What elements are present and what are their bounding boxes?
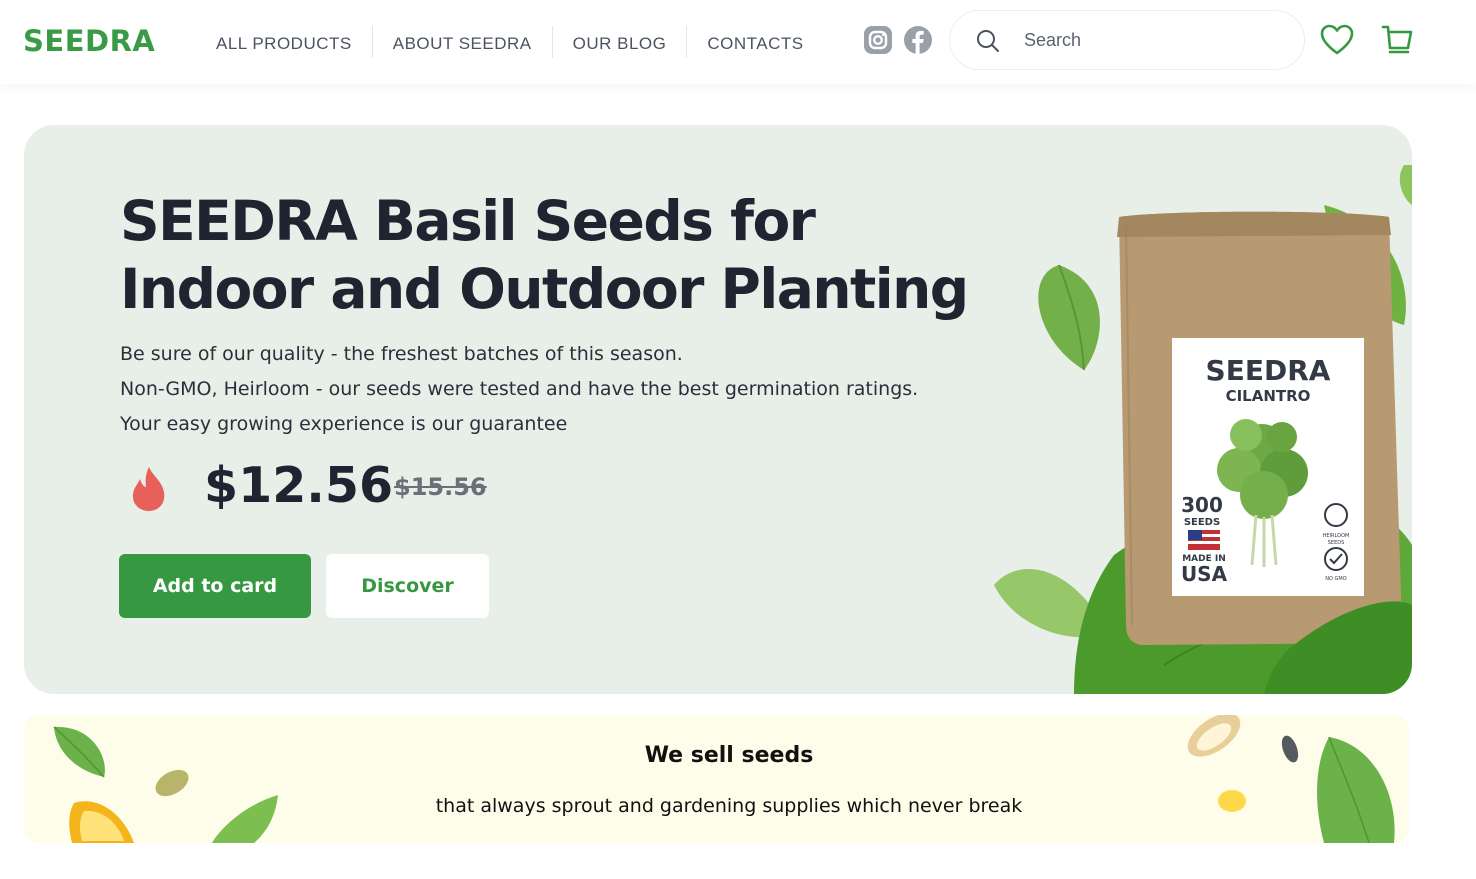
pouch-seeds-label: SEEDS <box>1184 517 1220 528</box>
pouch-usa: USA <box>1181 562 1228 586</box>
pouch-seeds-count: 300 <box>1181 493 1223 517</box>
fire-icon <box>132 467 165 511</box>
pouch-brand: SEEDRA <box>1206 354 1331 387</box>
instagram-icon[interactable] <box>863 25 893 55</box>
site-header: SEEDRA ALL PRODUCTS ABOUT SEEDRA OUR BLO… <box>0 0 1476 84</box>
nav-item-all-products[interactable]: ALL PRODUCTS <box>196 26 372 58</box>
nav-item-contacts[interactable]: CONTACTS <box>687 26 823 58</box>
add-to-card-button[interactable]: Add to card <box>119 554 311 618</box>
banner-subtitle: that always sprout and gardening supplie… <box>435 795 1023 817</box>
hero-title: SEEDRA Basil Seeds for Indoor and Outdoo… <box>120 189 969 321</box>
current-price: $12.56 <box>204 457 394 514</box>
seedra-logo[interactable]: SEEDRA <box>23 24 155 58</box>
search-box[interactable] <box>949 10 1305 70</box>
pouch-no-gmo: NO GMO <box>1325 576 1346 582</box>
old-price: $15.56 <box>394 473 487 501</box>
heart-icon[interactable] <box>1320 24 1354 56</box>
pouch-heirloom-line1: HEIRLOOM <box>1323 533 1350 539</box>
nav-item-our-blog[interactable]: OUR BLOG <box>553 26 687 58</box>
main-nav: ALL PRODUCTS ABOUT SEEDRA OUR BLOG CONTA… <box>196 26 824 58</box>
hero-section: SEEDRA Basil Seeds for Indoor and Outdoo… <box>24 125 1412 694</box>
banner-title: We sell seeds <box>644 743 814 768</box>
promo-banner: We sell seeds that always sprout and gar… <box>24 715 1409 843</box>
cart-icon[interactable] <box>1380 24 1414 56</box>
hero-description-line: Your easy growing experience is our guar… <box>120 413 568 435</box>
pouch-heirloom-line2: SEEDS <box>1328 540 1345 546</box>
discover-button[interactable]: Discover <box>326 554 489 618</box>
hero-description-line: Non-GMO, Heirloom - our seeds were teste… <box>120 378 919 400</box>
hero-description: Be sure of our quality - the freshest ba… <box>120 337 960 442</box>
nav-item-about-seedra[interactable]: ABOUT SEEDRA <box>373 26 552 58</box>
pouch-variety: CILANTRO <box>1226 387 1311 405</box>
facebook-icon[interactable] <box>903 25 933 55</box>
product-image: SEEDRA CILANTRO 300 SEEDS MADE IN USA HE… <box>994 165 1412 694</box>
search-input[interactable] <box>1024 25 1284 55</box>
banner-decoration <box>53 715 1395 843</box>
hero-description-line: Be sure of our quality - the freshest ba… <box>120 343 683 365</box>
search-icon[interactable] <box>975 28 1001 54</box>
